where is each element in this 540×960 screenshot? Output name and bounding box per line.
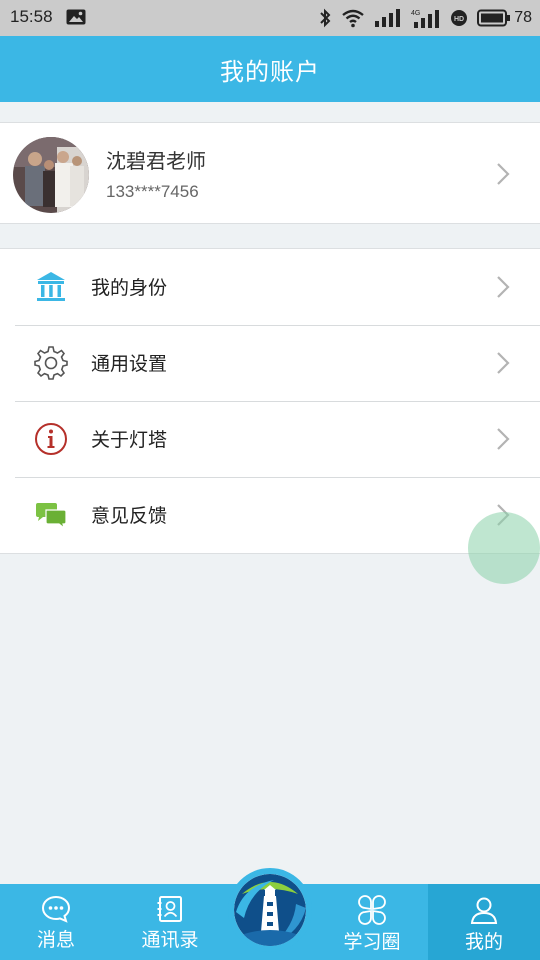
profile-card[interactable]: 沈碧君老师 133****7456 (0, 122, 540, 224)
avatar (13, 137, 89, 213)
network-type-label: 4G (411, 10, 420, 17)
tab-label: 消息 (36, 929, 75, 951)
tab-label: 通讯录 (141, 929, 199, 951)
identity-bank-icon (37, 272, 65, 301)
menu-item-feedback[interactable]: 意见反馈 (0, 477, 540, 553)
study-circle-icon (358, 895, 386, 925)
touch-ripple (468, 512, 540, 584)
profile-name: 沈碧君老师 (106, 149, 206, 173)
chevron-right-icon (497, 163, 510, 185)
hd-icon: HD (451, 10, 468, 26)
page-title: 我的账户 (220, 57, 320, 86)
tab-label: 学习圈 (343, 931, 401, 953)
lighthouse-logo (234, 874, 306, 946)
photo-icon (66, 9, 86, 25)
contacts-icon (157, 896, 182, 922)
menu-item-identity[interactable]: 我的身份 (0, 249, 540, 325)
gear-icon (34, 346, 68, 380)
center-home-button[interactable] (228, 868, 312, 952)
chevron-right-icon (497, 352, 510, 374)
tab-label: 我的 (464, 931, 503, 953)
title-bar: 我的账户 (0, 36, 540, 102)
status-bar: 15:58 4G HD 78 (0, 0, 540, 36)
feedback-chat-icon (36, 503, 67, 530)
menu-item-about[interactable]: 关于灯塔 (0, 401, 540, 477)
wifi-icon (342, 9, 364, 28)
avatar-photo (13, 137, 89, 213)
menu-item-label: 我的身份 (91, 277, 168, 299)
lighthouse-logo-icon (234, 874, 306, 946)
chevron-right-icon (497, 428, 510, 450)
settings-menu: 我的身份 通用设置 关于灯塔 意见反馈 (0, 248, 540, 554)
menu-item-label: 通用设置 (91, 353, 168, 375)
menu-item-label: 意见反馈 (91, 505, 168, 527)
hd-label: HD (454, 16, 464, 23)
tab-mine[interactable]: 我的 (428, 884, 540, 960)
profile-phone: 133****7456 (106, 182, 199, 201)
menu-item-label: 关于灯塔 (91, 429, 168, 451)
profile-icon (470, 897, 498, 924)
signal-icon (375, 9, 401, 27)
battery-level: 78 (514, 9, 532, 26)
signal-4g-icon: 4G (411, 10, 440, 28)
tab-study-circle[interactable]: 学习圈 (316, 884, 428, 960)
info-icon (35, 423, 67, 455)
bluetooth-icon (320, 8, 331, 28)
tab-messages[interactable]: 消息 (0, 884, 112, 960)
status-time: 15:58 (10, 7, 53, 26)
tab-contacts[interactable]: 通讯录 (112, 884, 228, 960)
message-icon (41, 895, 71, 923)
menu-item-general-settings[interactable]: 通用设置 (0, 325, 540, 401)
chevron-right-icon (497, 276, 510, 298)
battery-icon (477, 9, 511, 27)
